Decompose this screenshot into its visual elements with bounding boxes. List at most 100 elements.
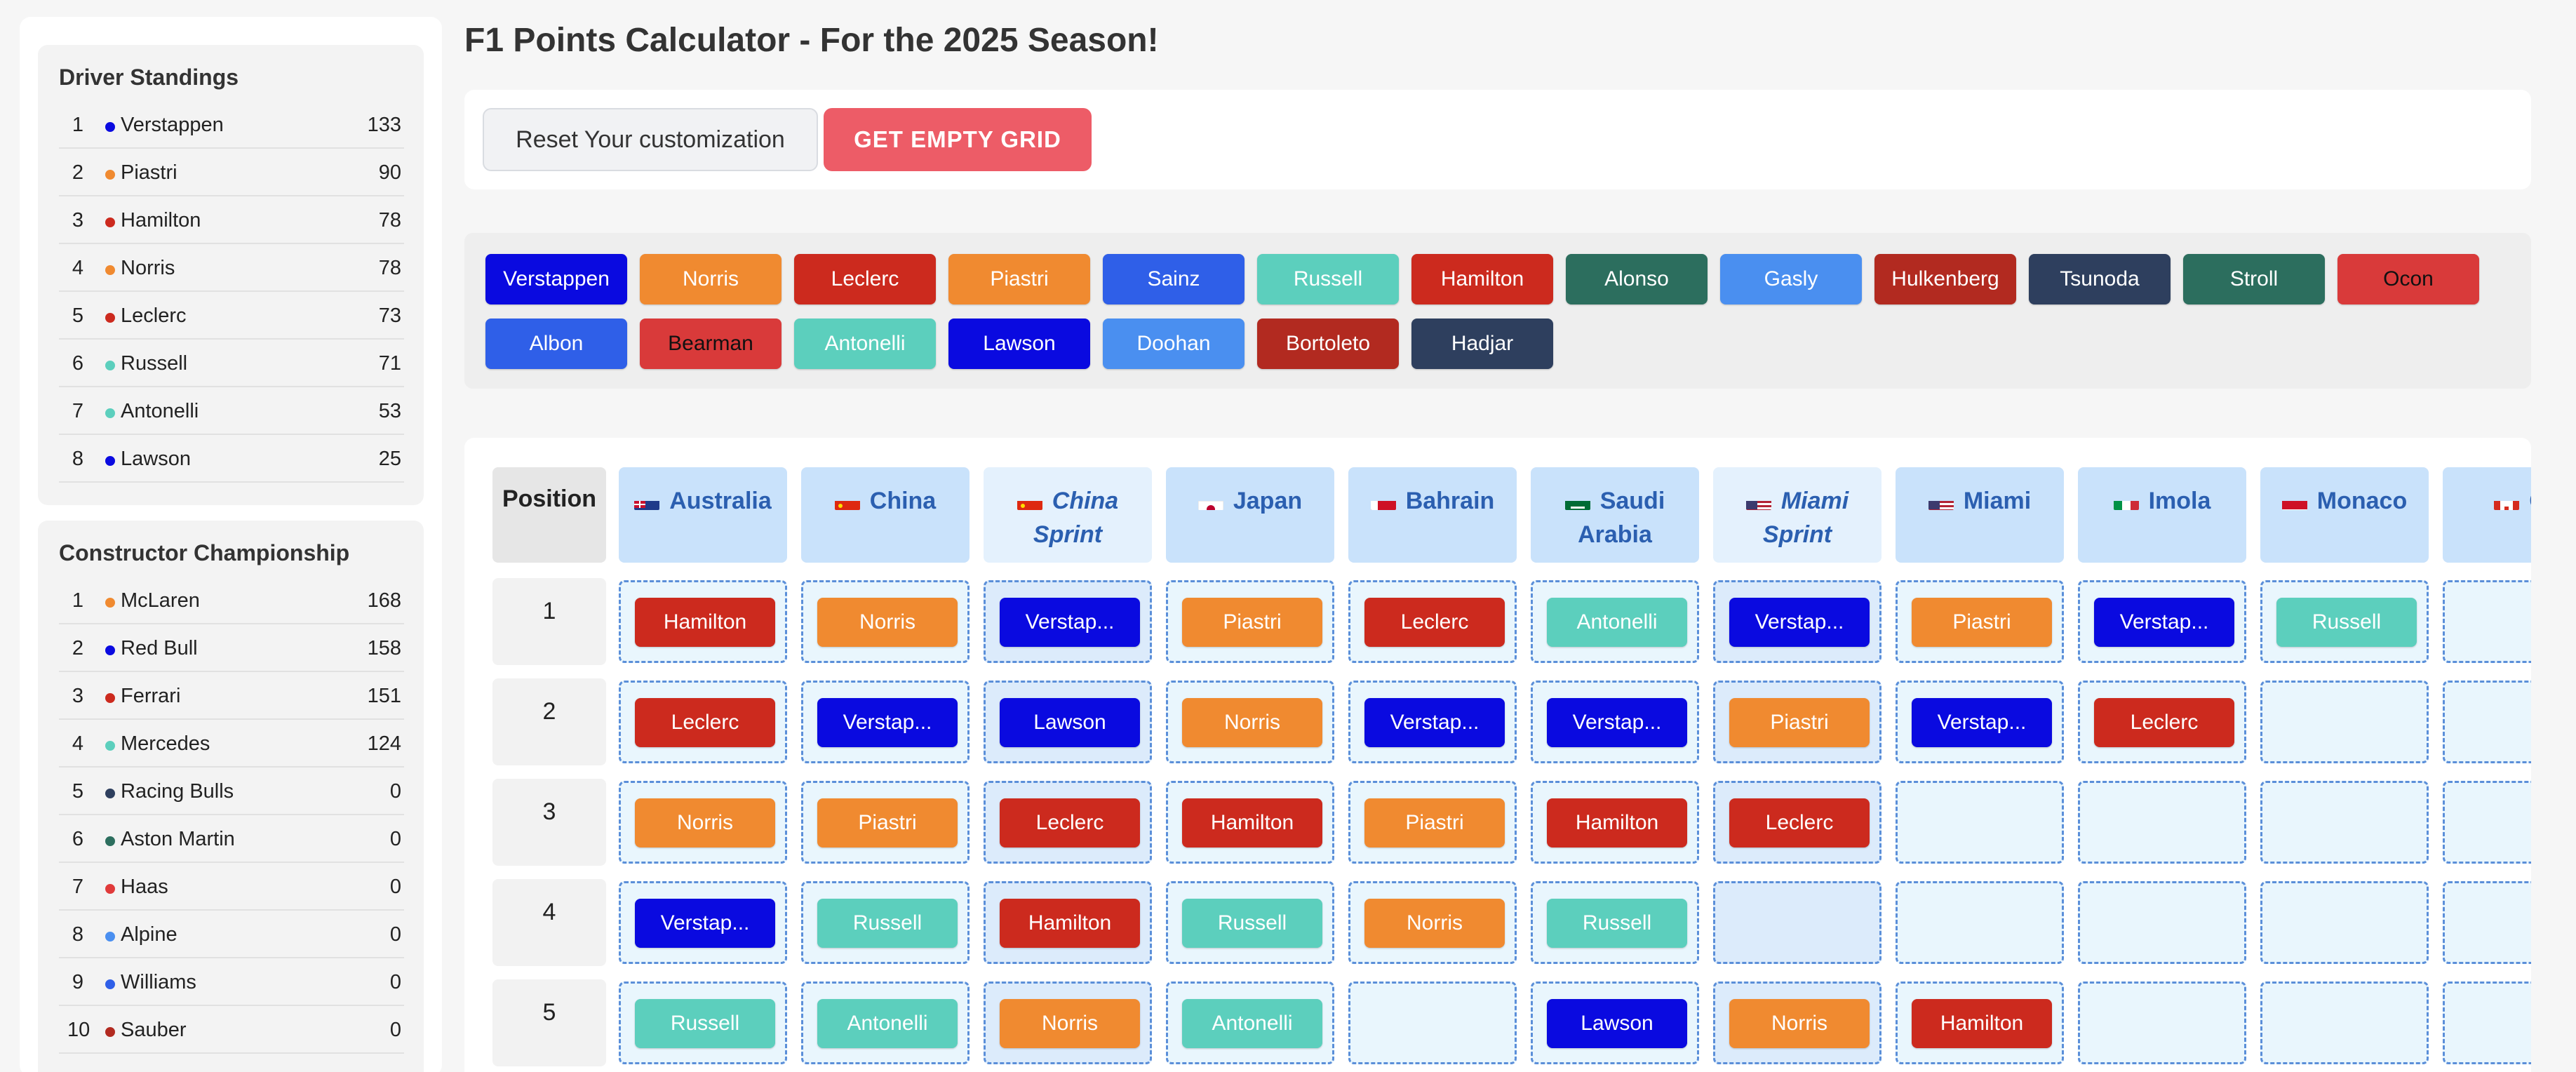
result-drop-slot[interactable]: Russell — [1166, 881, 1334, 964]
result-drop-slot[interactable] — [1713, 881, 1881, 964]
result-drop-slot[interactable]: Norris — [984, 981, 1152, 1064]
result-drop-slot[interactable]: Norris — [801, 580, 970, 663]
driver-chip-piastri[interactable]: Piastri — [948, 254, 1090, 304]
placed-driver-chip[interactable]: Lawson — [1000, 698, 1140, 747]
placed-driver-chip[interactable]: Norris — [817, 598, 958, 647]
result-drop-slot[interactable]: Piastri — [1348, 781, 1517, 864]
placed-driver-chip[interactable]: Piastri — [1364, 798, 1505, 847]
result-drop-slot[interactable]: Piastri — [801, 781, 970, 864]
race-header-australia[interactable]: Australia — [619, 467, 787, 563]
result-drop-slot[interactable]: Antonelli — [1531, 580, 1699, 663]
driver-chip-doohan[interactable]: Doohan — [1103, 319, 1245, 369]
result-drop-slot[interactable]: Leclerc — [984, 781, 1152, 864]
get-empty-grid-button[interactable]: GET EMPTY GRID — [824, 108, 1092, 171]
driver-chip-russell[interactable]: Russell — [1257, 254, 1399, 304]
placed-driver-chip[interactable]: Russell — [2276, 598, 2417, 647]
driver-chip-hamilton[interactable]: Hamilton — [1411, 254, 1553, 304]
driver-chip-tsunoda[interactable]: Tsunoda — [2029, 254, 2171, 304]
result-drop-slot[interactable]: Piastri — [1896, 580, 2064, 663]
race-header-bahrain[interactable]: Bahrain — [1348, 467, 1517, 563]
placed-driver-chip[interactable]: Leclerc — [1364, 598, 1505, 647]
result-drop-slot[interactable] — [1348, 981, 1517, 1064]
placed-driver-chip[interactable]: Verstap... — [1912, 698, 2052, 747]
driver-chip-verstappen[interactable]: Verstappen — [485, 254, 627, 304]
placed-driver-chip[interactable]: Leclerc — [2094, 698, 2234, 747]
placed-driver-chip[interactable]: Hamilton — [1547, 798, 1687, 847]
placed-driver-chip[interactable]: Leclerc — [1729, 798, 1870, 847]
race-header-miami-sprint[interactable]: Miami Sprint — [1713, 467, 1881, 563]
result-drop-slot[interactable]: Norris — [1713, 981, 1881, 1064]
result-drop-slot[interactable] — [2078, 981, 2246, 1064]
result-drop-slot[interactable]: Russell — [801, 881, 970, 964]
race-header-saudi-arabia[interactable]: Saudi Arabia — [1531, 467, 1699, 563]
result-drop-slot[interactable] — [2443, 781, 2531, 864]
placed-driver-chip[interactable]: Norris — [1182, 698, 1322, 747]
driver-chip-leclerc[interactable]: Leclerc — [794, 254, 936, 304]
result-drop-slot[interactable] — [1896, 881, 2064, 964]
reset-customization-button[interactable]: Reset Your customization — [483, 108, 818, 171]
driver-chip-sainz[interactable]: Sainz — [1103, 254, 1245, 304]
result-drop-slot[interactable]: Hamilton — [619, 580, 787, 663]
placed-driver-chip[interactable]: Antonelli — [1182, 999, 1322, 1048]
result-drop-slot[interactable]: Lawson — [984, 681, 1152, 763]
result-drop-slot[interactable]: Leclerc — [1713, 781, 1881, 864]
result-drop-slot[interactable]: Russell — [619, 981, 787, 1064]
result-drop-slot[interactable]: Verstap... — [1531, 681, 1699, 763]
placed-driver-chip[interactable]: Russell — [1182, 899, 1322, 948]
result-drop-slot[interactable]: Verstap... — [1348, 681, 1517, 763]
result-drop-slot[interactable] — [2443, 981, 2531, 1064]
result-drop-slot[interactable]: Hamilton — [1531, 781, 1699, 864]
race-header-china[interactable]: China — [801, 467, 970, 563]
result-drop-slot[interactable] — [2078, 781, 2246, 864]
result-drop-slot[interactable]: Russell — [2260, 580, 2429, 663]
result-drop-slot[interactable]: Lawson — [1531, 981, 1699, 1064]
result-drop-slot[interactable]: Verstap... — [1896, 681, 2064, 763]
placed-driver-chip[interactable]: Norris — [1000, 999, 1140, 1048]
placed-driver-chip[interactable]: Russell — [635, 999, 775, 1048]
result-drop-slot[interactable] — [2260, 981, 2429, 1064]
result-drop-slot[interactable]: Piastri — [1713, 681, 1881, 763]
driver-chip-bearman[interactable]: Bearman — [640, 319, 781, 369]
result-drop-slot[interactable]: Hamilton — [984, 881, 1152, 964]
placed-driver-chip[interactable]: Piastri — [1912, 598, 2052, 647]
driver-chip-albon[interactable]: Albon — [485, 319, 627, 369]
placed-driver-chip[interactable]: Norris — [1364, 899, 1505, 948]
result-drop-slot[interactable] — [2260, 781, 2429, 864]
placed-driver-chip[interactable]: Russell — [817, 899, 958, 948]
placed-driver-chip[interactable]: Verstap... — [1000, 598, 1140, 647]
placed-driver-chip[interactable]: Verstap... — [1364, 698, 1505, 747]
result-drop-slot[interactable] — [2443, 881, 2531, 964]
driver-chip-stroll[interactable]: Stroll — [2183, 254, 2325, 304]
race-header-china-sprint[interactable]: China Sprint — [984, 467, 1152, 563]
result-drop-slot[interactable]: Antonelli — [801, 981, 970, 1064]
result-drop-slot[interactable]: Verstap... — [984, 580, 1152, 663]
result-drop-slot[interactable]: Russell — [1531, 881, 1699, 964]
placed-driver-chip[interactable]: Antonelli — [817, 999, 958, 1048]
result-drop-slot[interactable]: Hamilton — [1166, 781, 1334, 864]
race-header-imola[interactable]: Imola — [2078, 467, 2246, 563]
result-drop-slot[interactable]: Norris — [1166, 681, 1334, 763]
driver-chip-lawson[interactable]: Lawson — [948, 319, 1090, 369]
result-drop-slot[interactable]: Leclerc — [2078, 681, 2246, 763]
result-drop-slot[interactable] — [2078, 881, 2246, 964]
race-header-japan[interactable]: Japan — [1166, 467, 1334, 563]
driver-chip-hadjar[interactable]: Hadjar — [1411, 319, 1553, 369]
result-drop-slot[interactable]: Norris — [1348, 881, 1517, 964]
result-drop-slot[interactable]: Piastri — [1166, 580, 1334, 663]
driver-chip-hulkenberg[interactable]: Hulkenberg — [1874, 254, 2016, 304]
placed-driver-chip[interactable]: Piastri — [1729, 698, 1870, 747]
result-drop-slot[interactable] — [2443, 681, 2531, 763]
driver-chip-alonso[interactable]: Alonso — [1566, 254, 1708, 304]
placed-driver-chip[interactable]: Russell — [1547, 899, 1687, 948]
placed-driver-chip[interactable]: Hamilton — [1912, 999, 2052, 1048]
placed-driver-chip[interactable]: Verstap... — [635, 899, 775, 948]
driver-chip-bortoleto[interactable]: Bortoleto — [1257, 319, 1399, 369]
result-drop-slot[interactable]: Hamilton — [1896, 981, 2064, 1064]
placed-driver-chip[interactable]: Hamilton — [1182, 798, 1322, 847]
placed-driver-chip[interactable]: Lawson — [1547, 999, 1687, 1048]
result-drop-slot[interactable]: Leclerc — [619, 681, 787, 763]
driver-chip-ocon[interactable]: Ocon — [2337, 254, 2479, 304]
result-drop-slot[interactable]: Norris — [619, 781, 787, 864]
placed-driver-chip[interactable]: Antonelli — [1547, 598, 1687, 647]
placed-driver-chip[interactable]: Verstap... — [817, 698, 958, 747]
